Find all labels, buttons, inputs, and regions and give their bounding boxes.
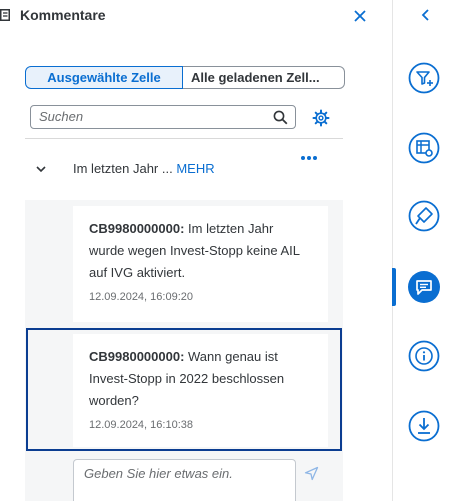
comments-panel: Kommentare Ausgewählte Zelle Alle gelade… [0, 0, 392, 501]
chevron-down-icon[interactable] [35, 163, 47, 175]
settings-gear-icon[interactable] [312, 109, 330, 127]
tab-all-loaded-cells[interactable]: Alle geladenen Zell... [183, 66, 345, 89]
comment-author: CB9980000000: [89, 349, 185, 364]
comment-thread-header: Im letzten Jahr ... MEHR [25, 148, 343, 188]
comment-author: CB9980000000: [89, 221, 185, 236]
send-icon[interactable] [304, 466, 319, 481]
thread-preview: Im letzten Jahr ... MEHR [73, 161, 215, 176]
panel-divider [392, 0, 393, 501]
more-options-icon[interactable] [299, 153, 319, 163]
comment-card-selected[interactable]: CB9980000000: Wann genau ist Invest-Stop… [73, 334, 328, 447]
table-settings-icon[interactable] [408, 132, 440, 164]
comments-panel-icon [0, 9, 10, 21]
comment-timestamp: 12.09.2024, 16:09:20 [89, 291, 193, 303]
panel-title: Kommentare [20, 7, 106, 23]
comment-card[interactable]: CB9980000000: Im letzten Jahr wurde wege… [73, 206, 328, 322]
more-link[interactable]: MEHR [176, 161, 214, 176]
search-input[interactable] [39, 109, 259, 124]
comment-icon[interactable] [408, 271, 440, 303]
search-field [30, 105, 296, 129]
thread-preview-text: Im letzten Jahr ... [73, 161, 177, 176]
active-indicator [392, 268, 396, 306]
search-icon[interactable] [273, 110, 288, 125]
filter-add-icon[interactable] [408, 62, 440, 94]
comment-timestamp: 12.09.2024, 16:10:38 [89, 419, 193, 431]
reply-box [73, 459, 296, 501]
tab-selected-cell[interactable]: Ausgewählte Zelle [25, 66, 183, 89]
close-icon[interactable] [351, 7, 369, 25]
reply-input[interactable] [84, 466, 284, 486]
info-icon[interactable] [408, 340, 440, 372]
divider [25, 138, 343, 139]
chevron-left-icon[interactable] [420, 8, 432, 22]
download-icon[interactable] [408, 410, 440, 442]
style-brush-icon[interactable] [408, 200, 440, 232]
scope-toggle: Ausgewählte Zelle Alle geladenen Zell... [25, 66, 345, 91]
